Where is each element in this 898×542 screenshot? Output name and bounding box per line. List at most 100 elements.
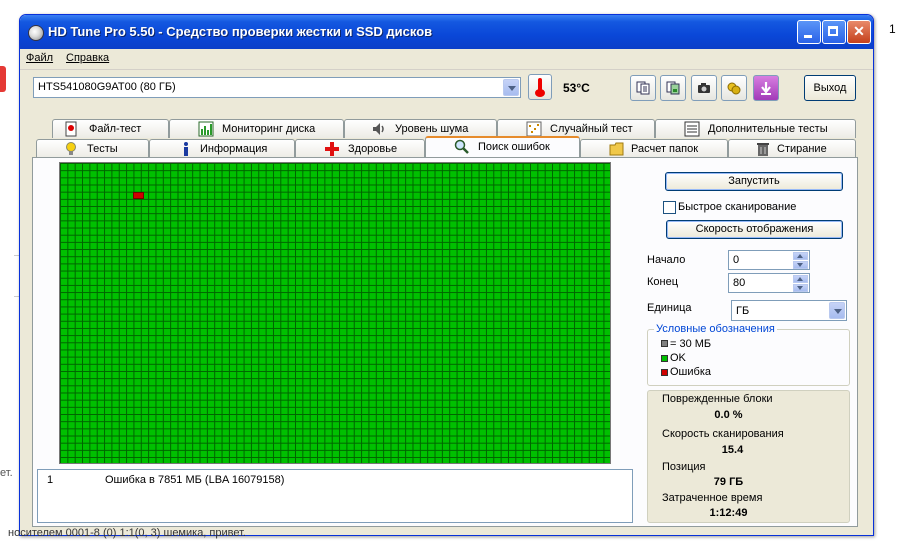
legend-title: Условные обозначения <box>654 323 777 335</box>
tab-label: Дополнительные тесты <box>708 123 828 135</box>
tab-file-test[interactable]: Файл-тест <box>52 119 169 138</box>
quick-scan-label: Быстрое сканирование <box>678 201 797 213</box>
start-pos-label: Начало <box>647 254 686 266</box>
scan-speed-value: 15.4 <box>721 444 744 456</box>
info-icon <box>184 142 188 156</box>
tab-disk-monitor[interactable]: Мониторинг диска <box>169 119 344 138</box>
window-title: HD Tune Pro 5.50 - Средство проверки жес… <box>48 24 433 39</box>
tab-health[interactable]: Здоровье <box>295 139 425 158</box>
drive-select[interactable]: HTS541080G9AT00 (80 ГБ) <box>33 77 521 98</box>
unit-select[interactable]: ГБ <box>731 300 847 321</box>
copy-text-button[interactable] <box>630 75 656 101</box>
health-cross-icon <box>325 142 339 156</box>
close-button[interactable]: ✕ <box>847 20 871 44</box>
menu-file[interactable]: Файл <box>26 52 53 64</box>
background-text: ет. <box>0 467 13 479</box>
tab-info[interactable]: Информация <box>149 139 295 158</box>
background-footer-text: носителем 0001-8 (0) 1:1(0, 3) шемика, п… <box>8 527 246 539</box>
disk-monitor-icon <box>198 121 214 137</box>
tab-label: Мониторинг диска <box>222 123 316 135</box>
quick-scan-checkbox[interactable] <box>663 201 676 214</box>
block-grid <box>60 163 610 463</box>
copy-screenshot-icon <box>666 81 680 95</box>
unit-value: ГБ <box>736 305 750 317</box>
start-pos-value: 0 <box>733 254 740 266</box>
legend-label: = 30 МБ <box>670 338 712 350</box>
drive-select-value: HTS541080G9AT00 (80 ГБ) <box>38 81 176 93</box>
background-red-tab <box>0 66 6 92</box>
display-speed-button[interactable]: Скорость отображения <box>666 220 843 239</box>
spin-down-icon[interactable] <box>793 284 808 292</box>
exit-button[interactable]: Выход <box>804 75 856 101</box>
temperature-button[interactable] <box>528 74 552 100</box>
options-button[interactable] <box>721 75 747 101</box>
trash-icon <box>757 143 769 156</box>
elapsed-value: 1:12:49 <box>709 507 748 519</box>
spin-up-icon[interactable] <box>793 275 808 283</box>
copy-screenshot-button[interactable] <box>660 75 686 101</box>
tab-label: Файл-тест <box>89 123 142 135</box>
tab-label: Расчет папок <box>631 143 699 155</box>
minimize-button[interactable] <box>797 20 821 44</box>
tab-tests[interactable]: Тесты <box>36 139 149 158</box>
copy-text-icon <box>636 81 650 95</box>
end-pos-spinner[interactable]: 80 <box>728 273 810 293</box>
menu-bar: Файл Справка <box>20 49 873 70</box>
random-test-icon <box>526 121 542 137</box>
close-icon: ✕ <box>853 23 865 39</box>
legend-label: Ошибка <box>670 366 711 378</box>
error-log[interactable]: 1 Ошибка в 7851 МБ (LBA 16079158) <box>37 469 633 523</box>
title-bar[interactable]: HD Tune Pro 5.50 - Средство проверки жес… <box>20 15 873 49</box>
tab-extra-tests[interactable]: Дополнительные тесты <box>655 119 856 138</box>
extra-tests-icon <box>684 121 700 137</box>
damaged-blocks-value: 0.0 % <box>714 409 743 421</box>
log-index: 1 <box>47 474 54 486</box>
elapsed-label: Затраченное время <box>662 492 763 504</box>
magnifier-icon <box>454 139 469 154</box>
end-pos-value: 80 <box>733 277 746 289</box>
camera-icon <box>698 83 710 93</box>
tab-label: Случайный тест <box>550 123 633 135</box>
position-value: 79 ГБ <box>713 476 744 488</box>
legend-swatch-block <box>661 340 668 347</box>
speaker-icon <box>373 123 384 135</box>
tab-label: Поиск ошибок <box>478 141 550 153</box>
legend-swatch-error <box>661 369 668 376</box>
position-label: Позиция <box>662 461 706 473</box>
tab-error-scan[interactable]: Поиск ошибок <box>425 136 580 157</box>
start-pos-spinner[interactable]: 0 <box>728 250 810 270</box>
save-icon <box>761 82 771 95</box>
tab-label: Уровень шума <box>395 123 469 135</box>
background-text: 1 <box>889 22 896 36</box>
temperature-value: 53°C <box>563 81 590 95</box>
tab-label: Информация <box>200 143 268 155</box>
start-button[interactable]: Запустить <box>665 172 843 191</box>
options-icon <box>727 82 741 95</box>
camera-button[interactable] <box>691 75 717 101</box>
unit-label: Единица <box>647 302 692 314</box>
maximize-button[interactable] <box>822 20 846 44</box>
folder-icon <box>609 142 624 156</box>
tab-label: Стирание <box>777 143 827 155</box>
tab-erase[interactable]: Стирание <box>728 139 856 158</box>
menu-help[interactable]: Справка <box>66 52 109 64</box>
spin-down-icon[interactable] <box>793 261 808 269</box>
tab-label: Здоровье <box>348 143 398 155</box>
block-map <box>59 162 611 464</box>
save-button[interactable] <box>753 75 779 101</box>
error-block <box>133 191 145 199</box>
app-icon <box>28 25 44 41</box>
chevron-down-icon[interactable] <box>503 79 519 96</box>
file-test-icon <box>65 121 77 137</box>
lightbulb-icon <box>66 142 76 155</box>
tab-label: Тесты <box>87 143 118 155</box>
spin-up-icon[interactable] <box>793 252 808 260</box>
legend-label: OK <box>670 352 686 364</box>
log-message: Ошибка в 7851 МБ (LBA 16079158) <box>105 474 285 486</box>
damaged-blocks-label: Поврежденные блоки <box>662 393 773 405</box>
chevron-down-icon[interactable] <box>829 302 845 319</box>
tab-folder-usage[interactable]: Расчет папок <box>580 139 728 158</box>
legend-swatch-ok <box>661 355 668 362</box>
thermometer-bulb <box>535 89 545 97</box>
scan-speed-label: Скорость сканирования <box>662 428 784 440</box>
